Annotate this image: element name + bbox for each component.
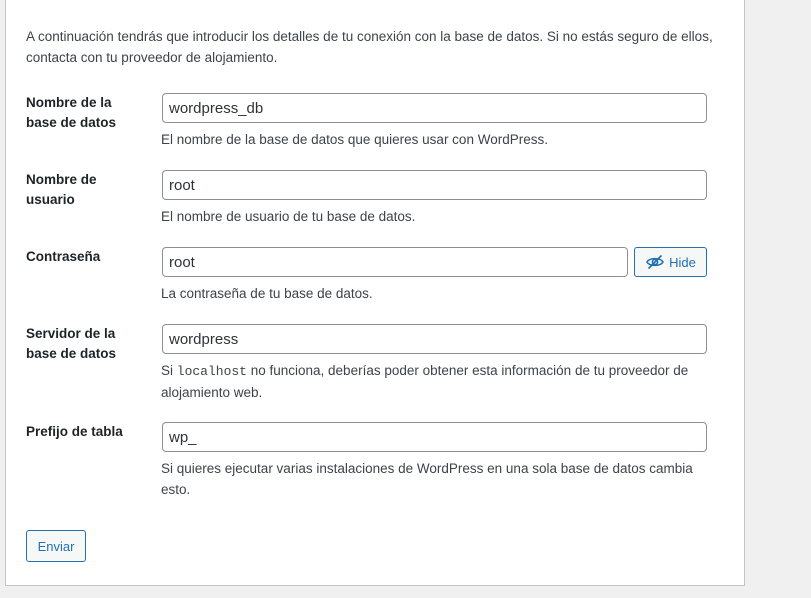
localhost-code: localhost bbox=[176, 364, 247, 379]
table-prefix-input[interactable] bbox=[162, 422, 707, 452]
setup-card: A continuación tendrás que introducir lo… bbox=[5, 0, 745, 586]
password-label: Contraseña bbox=[26, 249, 101, 264]
database-host-input[interactable] bbox=[162, 324, 707, 354]
username-description: El nombre de usuario de tu base de datos… bbox=[161, 209, 416, 224]
username-label: Nombre de usuario bbox=[26, 172, 97, 207]
submit-button[interactable]: Enviar bbox=[26, 530, 86, 562]
eye-slash-icon bbox=[645, 252, 665, 272]
database-name-label: Nombre de la base de datos bbox=[26, 95, 117, 130]
hide-password-button[interactable]: Hide bbox=[634, 247, 707, 277]
password-input[interactable] bbox=[162, 247, 628, 277]
table-prefix-description: Si quieres ejecutar varias instalaciones… bbox=[161, 461, 693, 497]
database-name-input[interactable] bbox=[162, 93, 707, 123]
password-description: La contraseña de tu base de datos. bbox=[161, 286, 373, 301]
hide-button-label: Hide bbox=[669, 254, 696, 270]
database-name-description: El nombre de la base de datos que quiere… bbox=[161, 132, 548, 147]
database-host-description-prefix: Si bbox=[161, 363, 177, 378]
table-prefix-label: Prefijo de tabla bbox=[26, 424, 123, 439]
database-host-description: Si localhost no funciona, deberías poder… bbox=[161, 360, 721, 403]
database-host-label: Servidor de la base de datos bbox=[26, 326, 117, 361]
username-input[interactable] bbox=[162, 170, 707, 200]
intro-text: A continuación tendrás que introducir lo… bbox=[26, 29, 713, 65]
